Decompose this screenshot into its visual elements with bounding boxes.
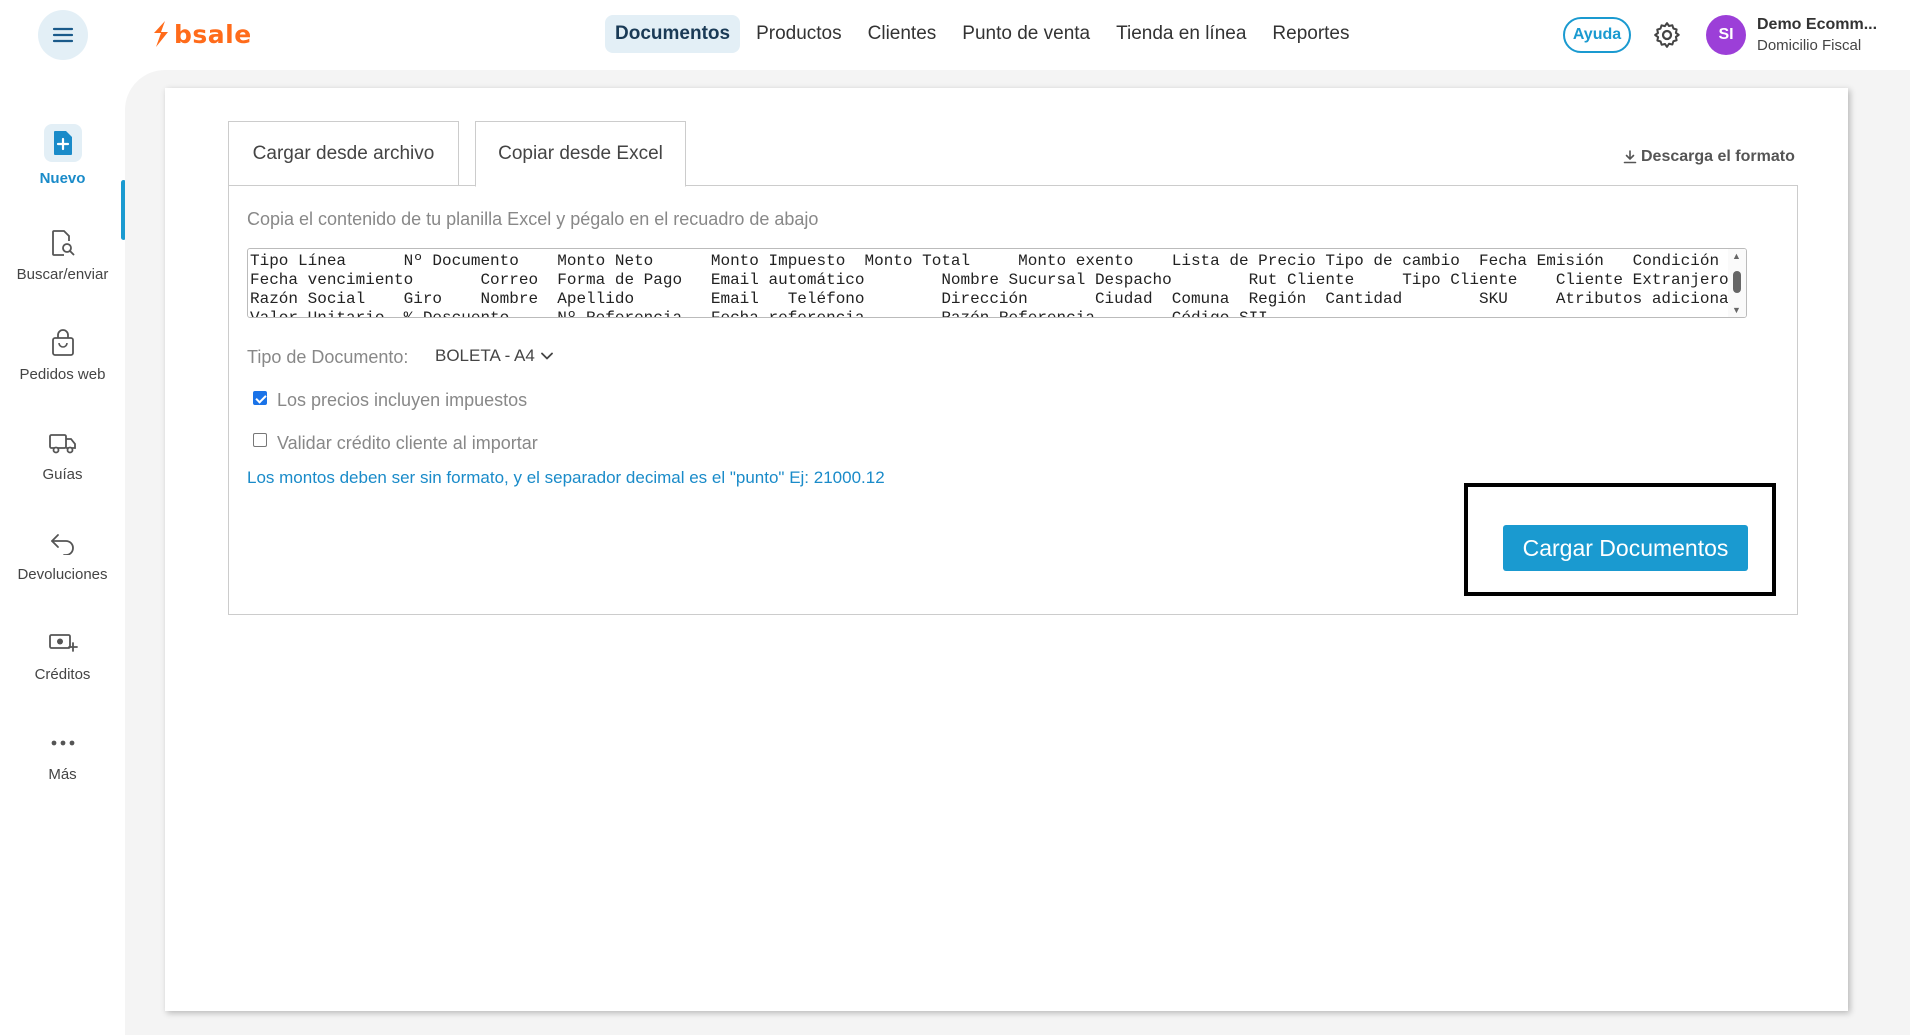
amount-format-note: Los montos deben ser sin formato, y el s… (247, 468, 885, 487)
sidebar-item-label: Devoluciones (17, 565, 108, 583)
new-document-icon (43, 123, 82, 162)
download-format-label: Descarga el formato (1641, 148, 1795, 165)
nav-productos[interactable]: Productos (746, 15, 852, 53)
sidebar-item-buscar-enviar[interactable]: Buscar/enviar (0, 210, 125, 300)
nav-punto-de-venta[interactable]: Punto de venta (952, 15, 1100, 53)
textarea-line: Tipo Línea Nº Documento Monto Neto Monto… (250, 252, 1747, 270)
chevron-down-icon (540, 352, 553, 360)
search-document-icon (48, 228, 78, 258)
tab-copiar-desde-excel[interactable]: Copiar desde Excel (475, 121, 686, 187)
download-format-link[interactable]: Descarga el formato (1623, 148, 1795, 166)
sidebar-item-label: Pedidos web (19, 365, 106, 383)
money-plus-icon (48, 628, 78, 658)
taxes-included-label: Los precios incluyen impuestos (277, 390, 528, 410)
textarea-line: Fecha vencimiento Correo Forma de Pago E… (250, 271, 1729, 289)
sidebar-item-guias[interactable]: Guías (0, 410, 125, 500)
nav-documentos[interactable]: Documentos (605, 15, 741, 53)
document-type-label: Tipo de Documento: (247, 347, 409, 367)
help-button[interactable]: Ayuda (1563, 17, 1631, 53)
return-arrow-icon (48, 528, 78, 558)
sidebar: Nuevo Buscar/enviar Pedidos web Guías De… (0, 70, 126, 1035)
scroll-down-icon[interactable]: ▼ (1732, 305, 1741, 315)
scroll-thumb[interactable] (1733, 271, 1741, 293)
user-name[interactable]: Demo Ecomm... (1757, 16, 1877, 34)
hamburger-menu-button[interactable] (38, 10, 88, 60)
document-type-select[interactable]: BOLETA - A4 (435, 346, 553, 366)
bsale-logo[interactable]: bsale (152, 18, 252, 50)
logo-bolt-icon (154, 21, 168, 47)
sidebar-item-pedidos-web[interactable]: Pedidos web (0, 310, 125, 400)
sidebar-item-label: Créditos (34, 665, 91, 683)
instructions-text: Copia el contenido de tu planilla Excel … (247, 209, 819, 229)
textarea-line: Valor Unitario % Descuento Nº Referencia… (250, 309, 1268, 318)
sidebar-item-devoluciones[interactable]: Devoluciones (0, 510, 125, 600)
sidebar-item-mas[interactable]: Más (0, 710, 125, 800)
sidebar-item-nuevo[interactable]: Nuevo (0, 110, 125, 200)
nav-reportes[interactable]: Reportes (1262, 15, 1359, 53)
taxes-included-checkbox[interactable] (253, 391, 267, 405)
validate-credit-label: Validar crédito cliente al importar (277, 433, 538, 453)
user-location: Domicilio Fiscal (1757, 37, 1862, 54)
logo-text: bsale (174, 19, 252, 49)
sidebar-item-label: Más (48, 765, 77, 783)
gear-icon[interactable] (1652, 20, 1682, 50)
sidebar-item-label: Buscar/enviar (16, 265, 109, 283)
sidebar-item-label: Nuevo (39, 169, 86, 187)
nav-tienda-en-linea[interactable]: Tienda en línea (1106, 15, 1256, 53)
cargar-documentos-button[interactable]: Cargar Documentos (1503, 525, 1748, 571)
textarea-scrollbar[interactable]: ▲ ▼ (1728, 249, 1746, 317)
top-bar: bsale Documentos Productos Clientes Punt… (0, 0, 1910, 70)
tab-cargar-desde-archivo[interactable]: Cargar desde archivo (228, 121, 459, 185)
download-icon (1623, 150, 1637, 164)
excel-paste-textarea[interactable]: Tipo Línea Nº Documento Monto Neto Monto… (247, 248, 1747, 318)
sidebar-item-creditos[interactable]: Créditos (0, 610, 125, 700)
more-dots-icon (48, 728, 78, 758)
textarea-line: Razón Social Giro Nombre Apellido Email … (250, 290, 1747, 308)
validate-credit-checkbox[interactable] (253, 433, 267, 447)
main-nav: Documentos Productos Clientes Punto de v… (605, 15, 1366, 53)
truck-icon (48, 428, 78, 458)
nav-clientes[interactable]: Clientes (858, 15, 947, 53)
sidebar-item-label: Guías (42, 465, 83, 483)
hamburger-icon (52, 27, 74, 43)
shopping-bag-icon (48, 328, 78, 358)
document-type-value: BOLETA - A4 (435, 346, 535, 365)
avatar[interactable]: SI (1706, 15, 1746, 55)
scroll-up-icon[interactable]: ▲ (1732, 251, 1741, 261)
